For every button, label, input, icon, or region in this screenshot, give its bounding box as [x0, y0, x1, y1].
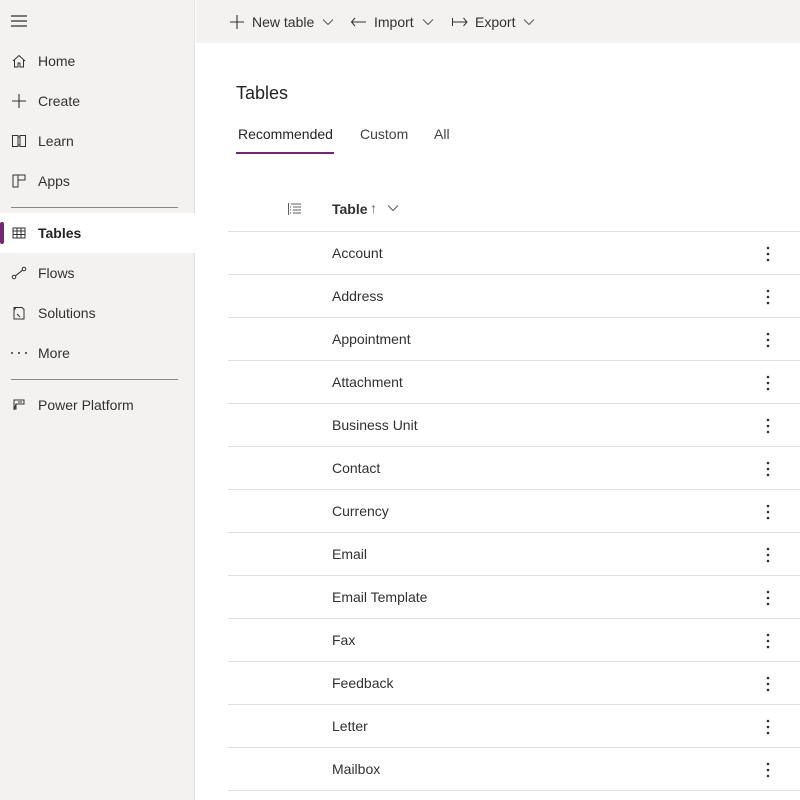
- chevron-down-icon[interactable]: [387, 204, 399, 212]
- power-platform-icon: [10, 397, 28, 413]
- more-options-icon[interactable]: [758, 330, 778, 350]
- home-icon: [10, 53, 28, 69]
- sidebar-item-learn[interactable]: Learn: [0, 121, 195, 161]
- table-name[interactable]: Fax: [332, 632, 355, 648]
- table-row[interactable]: Email: [228, 533, 800, 576]
- table-row[interactable]: Currency: [228, 490, 800, 533]
- table-row[interactable]: Feedback: [228, 662, 800, 705]
- sidebar-item-power-platform[interactable]: Power Platform: [0, 385, 195, 425]
- export-icon: [451, 14, 469, 30]
- column-header-table[interactable]: Table: [332, 201, 368, 217]
- more-options-icon[interactable]: [758, 416, 778, 436]
- sidebar-item-label: Create: [38, 93, 81, 109]
- sidebar-item-label: Home: [38, 53, 76, 69]
- import-label: Import: [374, 13, 414, 30]
- table-name[interactable]: Contact: [332, 460, 380, 476]
- table-name[interactable]: Currency: [332, 503, 389, 519]
- table-name[interactable]: Mailbox: [332, 761, 380, 777]
- sidebar-item-label: Flows: [38, 265, 75, 281]
- more-options-icon[interactable]: [758, 631, 778, 651]
- table-name[interactable]: Letter: [332, 718, 368, 734]
- table-name[interactable]: Email: [332, 546, 367, 562]
- sidebar-item-label: Apps: [38, 173, 70, 189]
- sidebar-item-label: More: [38, 345, 70, 361]
- export-label: Export: [475, 13, 516, 30]
- sidebar-item-flows[interactable]: Flows: [0, 253, 195, 293]
- sidebar-item-label: Learn: [38, 133, 74, 149]
- table-name[interactable]: Appointment: [332, 331, 411, 347]
- table-row[interactable]: Mailbox: [228, 748, 800, 791]
- sort-ascending-icon: ↑: [370, 200, 377, 216]
- table-row[interactable]: Attachment: [228, 361, 800, 404]
- sidebar-item-solutions[interactable]: Solutions: [0, 293, 195, 333]
- new-table-label: New table: [252, 13, 315, 30]
- sidebar-item-label: Solutions: [38, 305, 96, 321]
- export-button[interactable]: Export: [451, 0, 535, 43]
- sidebar-item-more[interactable]: More: [0, 333, 195, 373]
- more-options-icon[interactable]: [758, 588, 778, 608]
- tab-all[interactable]: All: [434, 126, 450, 142]
- sidebar-item-tables[interactable]: Tables: [0, 213, 195, 253]
- table-name[interactable]: Business Unit: [332, 417, 418, 433]
- table-row[interactable]: Email Template: [228, 576, 800, 619]
- more-icon: [10, 345, 28, 361]
- flow-icon: [10, 265, 28, 281]
- sidebar-item-label: Power Platform: [38, 397, 134, 413]
- active-tab-underline: [236, 152, 334, 154]
- more-options-icon[interactable]: [758, 502, 778, 522]
- table-row[interactable]: Contact: [228, 447, 800, 490]
- plus-icon: [228, 14, 246, 30]
- active-indicator: [0, 222, 4, 244]
- tab-custom[interactable]: Custom: [360, 126, 408, 142]
- more-options-icon[interactable]: [758, 545, 778, 565]
- table-row[interactable]: Business Unit: [228, 404, 800, 447]
- plus-icon: [10, 93, 28, 109]
- sidebar-divider: [11, 379, 178, 380]
- chevron-down-icon: [322, 18, 334, 25]
- command-bar: New table Import Export: [196, 0, 800, 43]
- list-options-icon[interactable]: [287, 201, 303, 217]
- import-button[interactable]: Import: [350, 0, 434, 43]
- more-options-icon[interactable]: [758, 287, 778, 307]
- chevron-down-icon: [524, 18, 535, 25]
- more-options-icon[interactable]: [758, 459, 778, 479]
- table-row[interactable]: Account: [228, 232, 800, 275]
- table-list: Account Address Appointment Attachment Busin…: [228, 232, 800, 791]
- table-name[interactable]: Account: [332, 245, 383, 261]
- grid-header: Table ↑: [228, 188, 800, 232]
- book-icon: [10, 133, 28, 149]
- table-name[interactable]: Email Template: [332, 589, 427, 605]
- sidebar-divider: [11, 207, 178, 208]
- apps-icon: [10, 173, 28, 189]
- more-options-icon[interactable]: [758, 760, 778, 780]
- sidebar-item-create[interactable]: Create: [0, 81, 195, 121]
- hamburger-menu-icon[interactable]: [10, 12, 28, 30]
- sidebar-item-home[interactable]: Home: [0, 41, 195, 81]
- more-options-icon[interactable]: [758, 674, 778, 694]
- chevron-down-icon: [422, 18, 434, 25]
- more-options-icon[interactable]: [758, 373, 778, 393]
- table-row[interactable]: Fax: [228, 619, 800, 662]
- table-row[interactable]: Letter: [228, 705, 800, 748]
- table-name[interactable]: Address: [332, 288, 383, 304]
- page-title: Tables: [236, 83, 289, 103]
- table-row[interactable]: Appointment: [228, 318, 800, 361]
- sidebar-item-label: Tables: [38, 225, 82, 241]
- sidebar: Home Create Learn Apps Tables Flows Solu…: [0, 0, 195, 800]
- table-name[interactable]: Attachment: [332, 374, 403, 390]
- new-table-button[interactable]: New table: [228, 0, 334, 43]
- import-icon: [350, 14, 368, 30]
- more-options-icon[interactable]: [758, 244, 778, 264]
- more-options-icon[interactable]: [758, 717, 778, 737]
- table-icon: [10, 225, 28, 241]
- table-name[interactable]: Feedback: [332, 675, 393, 691]
- table-row[interactable]: Address: [228, 275, 800, 318]
- sidebar-item-apps[interactable]: Apps: [0, 161, 195, 201]
- solutions-icon: [10, 305, 28, 321]
- tab-recommended[interactable]: Recommended: [238, 126, 333, 142]
